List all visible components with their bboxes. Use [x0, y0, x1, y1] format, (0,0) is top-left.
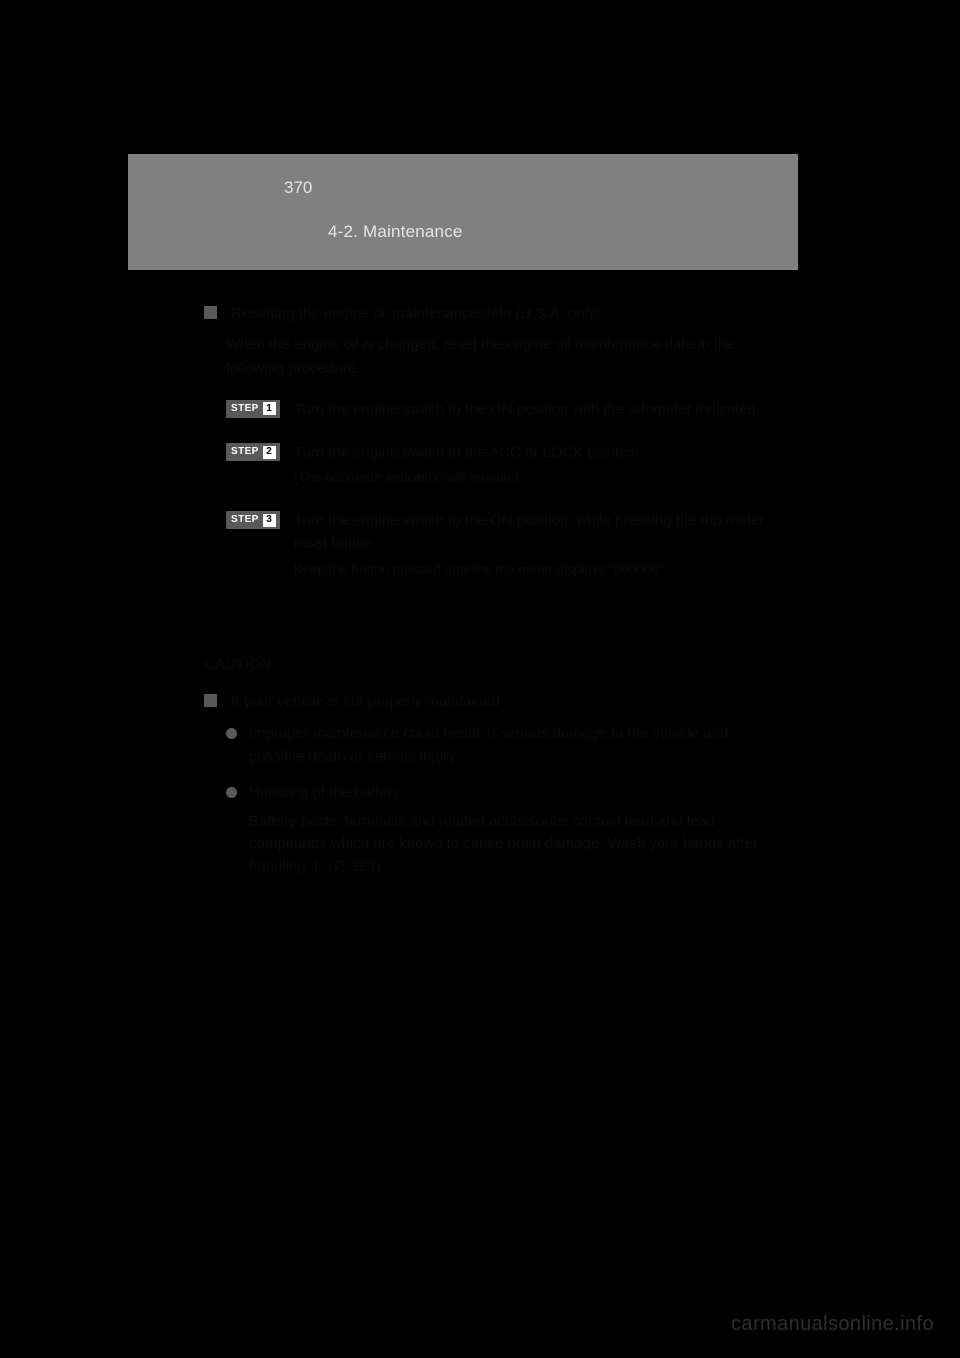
caution-text: Handling of the battery Battery posts, t…: [249, 782, 780, 878]
step-row-2: STEP 2 Turn the engine switch to the ACC…: [226, 441, 780, 489]
caution-heading: If your vehicle is not properly maintain…: [231, 693, 499, 710]
caution-label: CAUTION: [204, 653, 780, 676]
step-num: 1: [263, 402, 276, 415]
square-bullet-icon: [204, 306, 217, 319]
step-num: 3: [263, 514, 276, 527]
page-number: 370: [284, 178, 312, 198]
content-area: 370 4-2. Maintenance Resetting the engin…: [0, 154, 960, 1204]
step-label: STEP: [231, 401, 259, 417]
step-badge: STEP 3: [226, 511, 280, 529]
step-text-sub: (The odometer indication will remain.): [294, 468, 644, 489]
letterbox-top: [0, 0, 960, 154]
step-text-main: Turn the engine switch to the ON positio…: [294, 509, 780, 556]
step-text: Turn the engine switch to the ON positio…: [294, 398, 760, 421]
step-row-1: STEP 1 Turn the engine switch to the ON …: [226, 398, 780, 421]
step-text-sub: Keep the button pressed until the trip m…: [294, 560, 780, 581]
caution-subhead: Handling of the battery: [249, 782, 780, 805]
header-bar: 370 4-2. Maintenance: [128, 154, 798, 270]
circle-bullet-icon: [226, 787, 237, 798]
step-text-main: Turn the engine switch to the ACC or LOC…: [294, 441, 644, 464]
caution-heading-row: If your vehicle is not properly maintain…: [204, 690, 780, 713]
section-title: 4-2. Maintenance: [328, 222, 463, 242]
step-text-main: Turn the engine switch to the ON positio…: [294, 398, 760, 421]
step-row-3: STEP 3 Turn the engine switch to the ON …: [226, 509, 780, 580]
caution-body: Battery posts, terminals and related acc…: [249, 811, 780, 879]
body-text: Resetting the engine oil maintenance dat…: [204, 302, 780, 892]
page-root: 370 4-2. Maintenance Resetting the engin…: [0, 0, 960, 1358]
caution-text: Improper maintenance could result in ser…: [249, 723, 780, 768]
caution-item-2: Handling of the battery Battery posts, t…: [226, 782, 780, 878]
step-text: Turn the engine switch to the ON positio…: [294, 509, 780, 580]
step-label: STEP: [231, 444, 259, 460]
caution-item-1: Improper maintenance could result in ser…: [226, 723, 780, 768]
block1-heading: Resetting the engine oil maintenance dat…: [231, 305, 600, 322]
block1-heading-row: Resetting the engine oil maintenance dat…: [204, 302, 780, 325]
watermark: carmanualsonline.info: [731, 1313, 934, 1336]
step-label: STEP: [231, 512, 259, 528]
step-text: Turn the engine switch to the ACC or LOC…: [294, 441, 644, 489]
circle-bullet-icon: [226, 728, 237, 739]
step-num: 2: [263, 446, 276, 459]
step-badge: STEP 1: [226, 400, 280, 418]
square-bullet-icon: [204, 694, 217, 707]
block1-intro: When the engine oil is changed, reset th…: [226, 333, 780, 380]
step-badge: STEP 2: [226, 443, 280, 461]
